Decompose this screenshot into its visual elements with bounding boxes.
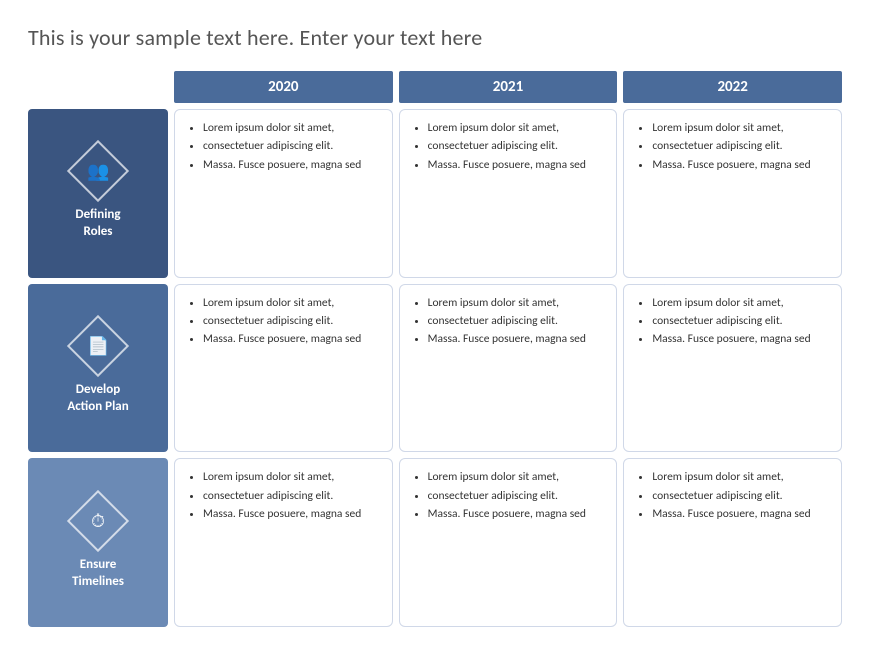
- develop-action-plan-cell-2020: Lorem ipsum dolor sit amet, consectetuer…: [174, 284, 393, 453]
- develop-action-plan-icon: 📄: [76, 324, 120, 368]
- defining-roles-list-2020: Lorem ipsum dolor sit amet, consectetuer…: [187, 120, 361, 175]
- list-item: Massa. Fusce posuere, magna sed: [428, 331, 586, 348]
- action-icon-glyph: 📄: [87, 335, 109, 357]
- develop-action-plan-list-2022: Lorem ipsum dolor sit amet, consectetuer…: [636, 295, 810, 350]
- list-item: Massa. Fusce posuere, magna sed: [428, 506, 586, 523]
- roles-icon-glyph: 👥: [87, 160, 109, 182]
- table-container: 2020 2021 2022 👥 DefiningRoles Lorem ips…: [28, 71, 842, 633]
- row-defining-roles: 👥 DefiningRoles Lorem ipsum dolor sit am…: [28, 109, 842, 278]
- slide: This is your sample text here. Enter you…: [0, 0, 870, 653]
- slide-title: This is your sample text here. Enter you…: [28, 24, 842, 51]
- list-item: Massa. Fusce posuere, magna sed: [203, 331, 361, 348]
- defining-roles-cell-2021: Lorem ipsum dolor sit amet, consectetuer…: [399, 109, 618, 278]
- develop-action-plan-cell-2021: Lorem ipsum dolor sit amet, consectetuer…: [399, 284, 618, 453]
- defining-roles-list-2021: Lorem ipsum dolor sit amet, consectetuer…: [412, 120, 586, 175]
- header-spacer: [28, 71, 168, 103]
- list-item: Lorem ipsum dolor sit amet,: [652, 469, 810, 486]
- list-item: consectetuer adipiscing elit.: [652, 138, 810, 155]
- timelines-icon-glyph: ⏱: [91, 510, 105, 532]
- ensure-timelines-label: EnsureTimelines: [72, 557, 124, 591]
- ensure-timelines-icon: ⏱: [76, 499, 120, 543]
- ensure-timelines-list-2021: Lorem ipsum dolor sit amet, consectetuer…: [412, 469, 586, 524]
- list-item: consectetuer adipiscing elit.: [428, 488, 586, 505]
- list-item: Massa. Fusce posuere, magna sed: [203, 506, 361, 523]
- list-item: consectetuer adipiscing elit.: [652, 313, 810, 330]
- label-defining-roles: 👥 DefiningRoles: [28, 109, 168, 278]
- list-item: consectetuer adipiscing elit.: [203, 138, 361, 155]
- list-item: Lorem ipsum dolor sit amet,: [652, 295, 810, 312]
- header-row: 2020 2021 2022: [28, 71, 842, 103]
- list-item: consectetuer adipiscing elit.: [428, 313, 586, 330]
- list-item: Massa. Fusce posuere, magna sed: [652, 157, 810, 174]
- develop-action-plan-list-2020: Lorem ipsum dolor sit amet, consectetuer…: [187, 295, 361, 350]
- ensure-timelines-list-2020: Lorem ipsum dolor sit amet, consectetuer…: [187, 469, 361, 524]
- list-item: Lorem ipsum dolor sit amet,: [428, 295, 586, 312]
- list-item: Lorem ipsum dolor sit amet,: [428, 120, 586, 137]
- list-item: Massa. Fusce posuere, magna sed: [652, 506, 810, 523]
- header-col1: 2020: [174, 71, 393, 103]
- list-item: consectetuer adipiscing elit.: [652, 488, 810, 505]
- label-ensure-timelines: ⏱ EnsureTimelines: [28, 458, 168, 627]
- list-item: Lorem ipsum dolor sit amet,: [203, 469, 361, 486]
- list-item: Massa. Fusce posuere, magna sed: [203, 157, 361, 174]
- develop-action-plan-cell-2022: Lorem ipsum dolor sit amet, consectetuer…: [623, 284, 842, 453]
- list-item: Lorem ipsum dolor sit amet,: [428, 469, 586, 486]
- ensure-timelines-list-2022: Lorem ipsum dolor sit amet, consectetuer…: [636, 469, 810, 524]
- develop-action-plan-label: DevelopAction Plan: [67, 382, 128, 416]
- defining-roles-label: DefiningRoles: [75, 207, 120, 241]
- list-item: Lorem ipsum dolor sit amet,: [652, 120, 810, 137]
- header-col3: 2022: [623, 71, 842, 103]
- list-item: Lorem ipsum dolor sit amet,: [203, 120, 361, 137]
- list-item: Lorem ipsum dolor sit amet,: [203, 295, 361, 312]
- list-item: Massa. Fusce posuere, magna sed: [428, 157, 586, 174]
- header-col2: 2021: [399, 71, 618, 103]
- list-item: consectetuer adipiscing elit.: [428, 138, 586, 155]
- row-develop-action-plan: 📄 DevelopAction Plan Lorem ipsum dolor s…: [28, 284, 842, 453]
- row-ensure-timelines: ⏱ EnsureTimelines Lorem ipsum dolor sit …: [28, 458, 842, 627]
- defining-roles-icon: 👥: [76, 149, 120, 193]
- label-develop-action-plan: 📄 DevelopAction Plan: [28, 284, 168, 453]
- defining-roles-list-2022: Lorem ipsum dolor sit amet, consectetuer…: [636, 120, 810, 175]
- list-item: Massa. Fusce posuere, magna sed: [652, 331, 810, 348]
- ensure-timelines-cell-2020: Lorem ipsum dolor sit amet, consectetuer…: [174, 458, 393, 627]
- list-item: consectetuer adipiscing elit.: [203, 488, 361, 505]
- ensure-timelines-cell-2021: Lorem ipsum dolor sit amet, consectetuer…: [399, 458, 618, 627]
- list-item: consectetuer adipiscing elit.: [203, 313, 361, 330]
- develop-action-plan-list-2021: Lorem ipsum dolor sit amet, consectetuer…: [412, 295, 586, 350]
- defining-roles-cell-2022: Lorem ipsum dolor sit amet, consectetuer…: [623, 109, 842, 278]
- ensure-timelines-cell-2022: Lorem ipsum dolor sit amet, consectetuer…: [623, 458, 842, 627]
- defining-roles-cell-2020: Lorem ipsum dolor sit amet, consectetuer…: [174, 109, 393, 278]
